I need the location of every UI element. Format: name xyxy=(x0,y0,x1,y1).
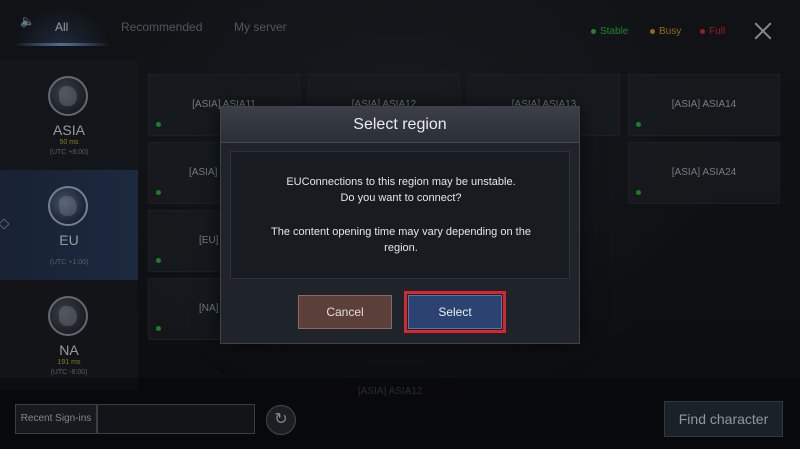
dialog-message-line2: Do you want to connect? xyxy=(340,192,462,204)
dialog-title: Select region xyxy=(221,107,579,143)
dialog-message-line1: EUConnections to this region may be unst… xyxy=(286,176,516,188)
dialog-body: EUConnections to this region may be unst… xyxy=(230,151,570,279)
select-region-dialog: Select region EUConnections to this regi… xyxy=(220,106,580,344)
select-button[interactable]: Select xyxy=(404,291,506,333)
dialog-message-line4: region. xyxy=(384,242,418,254)
dialog-message-line3: The content opening time may vary depend… xyxy=(271,226,531,238)
cancel-button[interactable]: Cancel xyxy=(298,295,392,329)
